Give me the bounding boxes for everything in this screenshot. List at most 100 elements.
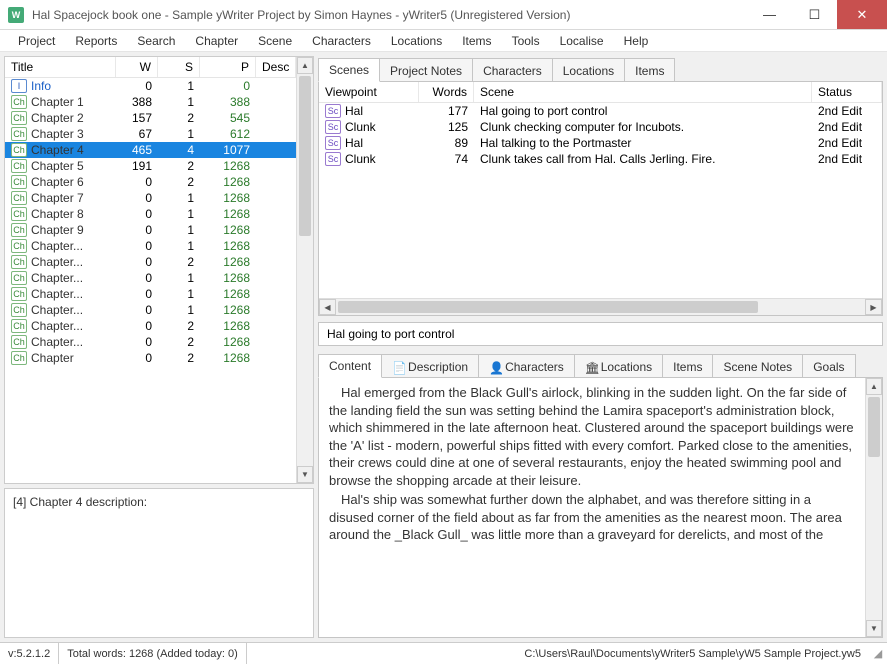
menu-search[interactable]: Search: [127, 32, 185, 50]
chapter-desc-cell: [256, 245, 296, 247]
col-status[interactable]: Status: [812, 82, 882, 102]
tab-project-notes[interactable]: Project Notes: [379, 58, 473, 82]
tab-scenes[interactable]: Scenes: [318, 58, 380, 82]
scene-row[interactable]: ScClunk125Clunk checking computer for In…: [319, 119, 882, 135]
scene-status: 2nd Edit: [812, 135, 882, 151]
titlebar: W Hal Spacejock book one - Sample yWrite…: [0, 0, 887, 30]
scroll-left-icon[interactable]: ◀: [319, 299, 336, 315]
tab-label: Locations: [601, 360, 652, 374]
tab-content[interactable]: Content: [318, 354, 382, 378]
tab-locations[interactable]: 🏛Locations: [574, 354, 663, 378]
minimize-button[interactable]: —: [747, 0, 792, 29]
scroll-right-icon[interactable]: ▶: [865, 299, 882, 315]
chapter-table[interactable]: Title W S P Desc IInfo010ChChapter 13881…: [5, 57, 296, 483]
chapter-desc-cell: [256, 149, 296, 151]
col-scene[interactable]: Scene: [474, 82, 812, 102]
chapter-scenes: 1: [158, 206, 200, 222]
menu-chapter[interactable]: Chapter: [185, 32, 248, 50]
col-p[interactable]: P: [200, 57, 256, 77]
chapter-row[interactable]: ChChapter...011268: [5, 270, 296, 286]
tab-items[interactable]: Items: [662, 354, 713, 378]
chapter-row[interactable]: IInfo010: [5, 78, 296, 94]
chapter-row[interactable]: ChChapter 446541077: [5, 142, 296, 158]
chapter-scenes: 2: [158, 254, 200, 270]
scroll-thumb[interactable]: [868, 397, 880, 457]
menu-scene[interactable]: Scene: [248, 32, 302, 50]
chapter-row[interactable]: ChChapter 8011268: [5, 206, 296, 222]
tab-items[interactable]: Items: [624, 58, 675, 82]
tab-label: Description: [408, 360, 468, 374]
tab-characters[interactable]: Characters: [472, 58, 553, 82]
chapter-title: Chapter 5: [31, 159, 84, 173]
chapter-title: Chapter 4: [31, 143, 84, 157]
chapter-row[interactable]: ChChapter 9011268: [5, 222, 296, 238]
content-paragraph: Hal's ship was somewhat further down the…: [329, 491, 855, 544]
chapter-description-panel[interactable]: [4] Chapter 4 description:: [4, 488, 314, 638]
scene-title-field[interactable]: Hal going to port control: [318, 322, 883, 346]
tab-goals[interactable]: Goals: [802, 354, 855, 378]
chapter-title: Chapter...: [31, 271, 83, 285]
scene-row[interactable]: ScClunk74Clunk takes call from Hal. Call…: [319, 151, 882, 167]
chapter-progress: 1268: [200, 174, 256, 190]
col-viewpoint[interactable]: Viewpoint: [319, 82, 419, 102]
scene-row[interactable]: ScHal177Hal going to port control2nd Edi…: [319, 103, 882, 119]
tab-locations[interactable]: Locations: [552, 58, 625, 82]
scene-h-scrollbar[interactable]: ◀ ▶: [319, 298, 882, 315]
chapter-words: 0: [116, 174, 158, 190]
chapter-row[interactable]: ChChapter 13881388: [5, 94, 296, 110]
chapter-row[interactable]: ChChapter 3671612: [5, 126, 296, 142]
close-button[interactable]: ✕: [837, 0, 887, 29]
menu-project[interactable]: Project: [8, 32, 65, 50]
resize-grip-icon[interactable]: ◢: [869, 647, 887, 660]
chapter-scenes: 2: [158, 174, 200, 190]
scene-icon: Sc: [325, 120, 341, 134]
chapter-row[interactable]: ChChapter...011268: [5, 286, 296, 302]
menu-locations[interactable]: Locations: [381, 32, 452, 50]
scroll-up-icon[interactable]: ▲: [866, 378, 882, 395]
chapter-row[interactable]: ChChapter...021268: [5, 334, 296, 350]
scroll-up-icon[interactable]: ▲: [297, 57, 313, 74]
chapter-description-text: [4] Chapter 4 description:: [13, 495, 147, 509]
menu-localise[interactable]: Localise: [550, 32, 614, 50]
col-title[interactable]: Title: [5, 57, 116, 77]
chapter-row[interactable]: ChChapter...021268: [5, 254, 296, 270]
chapter-row[interactable]: ChChapter021268: [5, 350, 296, 366]
menu-help[interactable]: Help: [614, 32, 659, 50]
chapter-desc-cell: [256, 293, 296, 295]
col-s[interactable]: S: [158, 57, 200, 77]
chapter-row[interactable]: ChChapter...011268: [5, 302, 296, 318]
chapter-icon: Ch: [11, 159, 27, 173]
tab-characters[interactable]: 👤Characters: [478, 354, 575, 378]
scene-status: 2nd Edit: [812, 103, 882, 119]
chapter-scrollbar[interactable]: ▲ ▼: [296, 57, 313, 483]
chapter-words: 465: [116, 142, 158, 158]
app-icon: W: [8, 7, 24, 23]
chapter-row[interactable]: ChChapter 7011268: [5, 190, 296, 206]
chapter-row[interactable]: ChChapter...011268: [5, 238, 296, 254]
chapter-row[interactable]: ChChapter 21572545: [5, 110, 296, 126]
col-w[interactable]: W: [116, 57, 158, 77]
content-scrollbar[interactable]: ▲ ▼: [865, 378, 882, 637]
menu-characters[interactable]: Characters: [302, 32, 381, 50]
chapter-row[interactable]: ChChapter 519121268: [5, 158, 296, 174]
scroll-thumb[interactable]: [299, 76, 311, 236]
menu-items[interactable]: Items: [452, 32, 501, 50]
tab-description[interactable]: 📄Description: [381, 354, 479, 378]
chapter-scenes: 1: [158, 190, 200, 206]
scene-viewpoint: Clunk: [345, 120, 376, 134]
scroll-down-icon[interactable]: ▼: [866, 620, 882, 637]
chapter-row[interactable]: ChChapter...021268: [5, 318, 296, 334]
scroll-down-icon[interactable]: ▼: [297, 466, 313, 483]
col-words[interactable]: Words: [419, 82, 474, 102]
content-text-area[interactable]: Hal emerged from the Black Gull's airloc…: [319, 378, 865, 637]
scene-rows[interactable]: ScHal177Hal going to port control2nd Edi…: [319, 103, 882, 298]
col-desc[interactable]: Desc: [256, 57, 296, 77]
maximize-button[interactable]: ☐: [792, 0, 837, 29]
menu-tools[interactable]: Tools: [502, 32, 550, 50]
scene-row[interactable]: ScHal89Hal talking to the Portmaster2nd …: [319, 135, 882, 151]
chapter-row[interactable]: ChChapter 6021268: [5, 174, 296, 190]
menu-reports[interactable]: Reports: [65, 32, 127, 50]
chapter-icon: Ch: [11, 207, 27, 221]
tab-scene-notes[interactable]: Scene Notes: [712, 354, 803, 378]
hscroll-thumb[interactable]: [338, 301, 758, 313]
